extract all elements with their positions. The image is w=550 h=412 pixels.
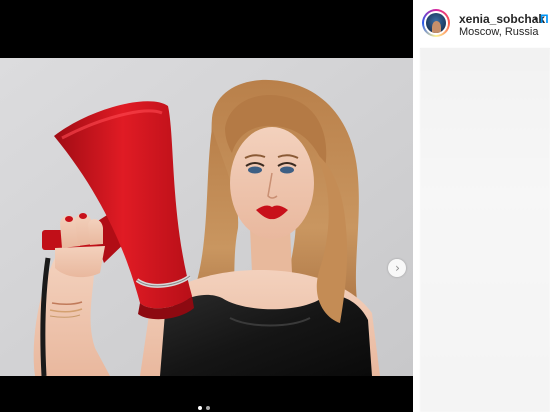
username-link[interactable]: xenia_sobchak — [459, 12, 545, 26]
carousel-next-button[interactable]: › — [388, 259, 406, 277]
post-photo[interactable]: › — [0, 58, 413, 376]
chevron-right-icon: › — [395, 261, 400, 275]
follow-button[interactable]: П — [540, 12, 549, 26]
avatar-border — [424, 11, 448, 35]
location-link[interactable]: Moscow, Russia — [459, 26, 538, 38]
carousel-dot — [206, 406, 210, 410]
carousel-dot — [198, 406, 202, 410]
comments-area[interactable] — [420, 48, 550, 412]
avatar[interactable] — [422, 9, 450, 37]
instagram-post-viewer: › xenia_sobchak • П Moscow, Russia — [0, 0, 550, 412]
avatar-image — [426, 13, 446, 33]
header-separator: • — [534, 12, 539, 26]
panel-gutter — [413, 48, 420, 412]
post-header: xenia_sobchak • П Moscow, Russia — [413, 0, 550, 49]
post-side-panel: xenia_sobchak • П Moscow, Russia — [413, 0, 550, 412]
photo-illustration — [0, 58, 413, 376]
post-media: › — [0, 0, 413, 412]
carousel-indicator — [198, 406, 210, 410]
